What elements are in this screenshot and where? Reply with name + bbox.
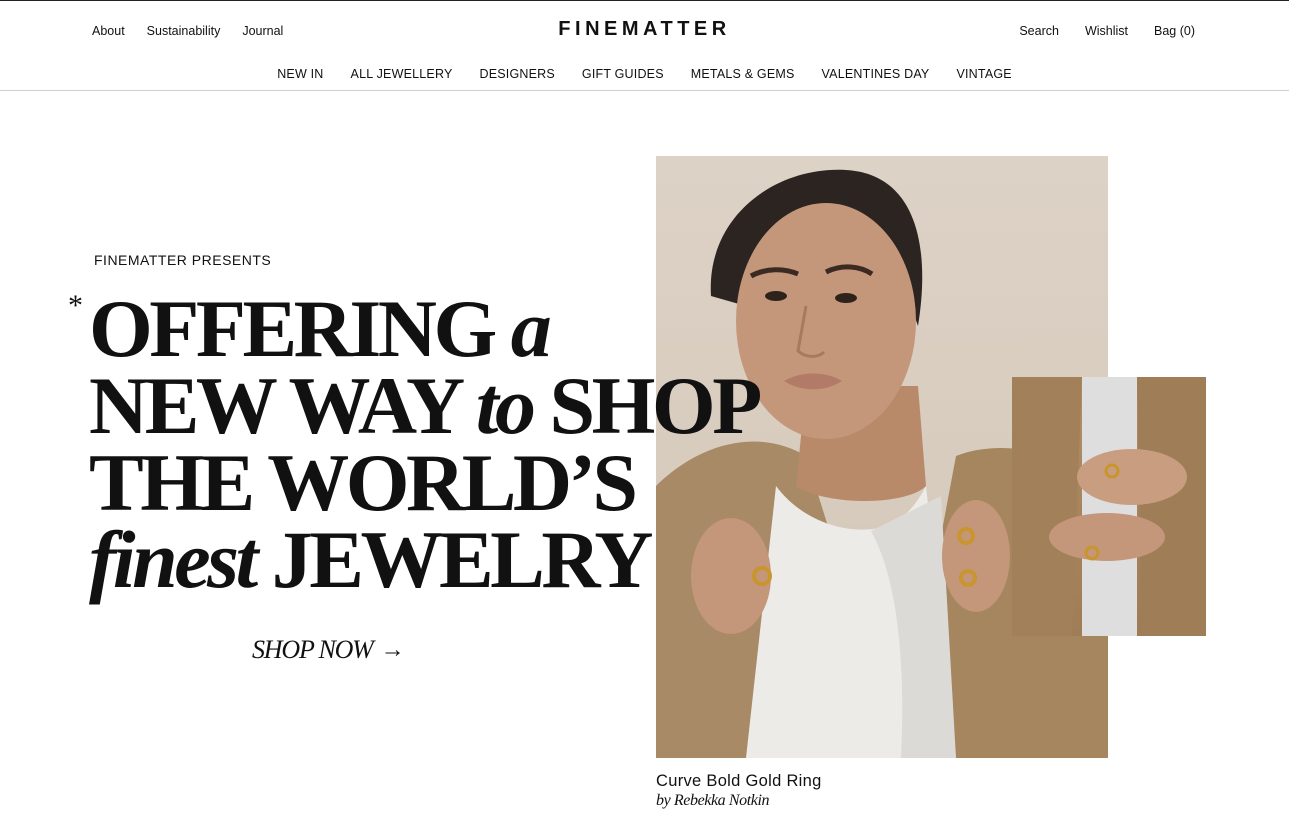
headline-italic-word: finest <box>89 514 258 605</box>
hero-headline: OFFERING a NEW WAY to SHOP THE WORLD’S f… <box>89 288 762 601</box>
search-link[interactable]: Search <box>1019 24 1059 38</box>
hero-eyebrow: FINEMATTER PRESENTS <box>94 252 272 268</box>
headline-line-3: THE WORLD’S <box>89 442 759 524</box>
nav-item-new-in[interactable]: NEW IN <box>277 67 323 81</box>
hands-detail-illustration <box>1012 377 1206 636</box>
utility-nav-right: Search Wishlist Bag (0) <box>1019 24 1195 38</box>
product-name[interactable]: Curve Bold Gold Ring <box>656 772 822 791</box>
product-designer[interactable]: by Rebekka Notkin <box>656 792 770 810</box>
arrow-right-icon: → <box>380 636 405 663</box>
nav-item-metals-gems[interactable]: METALS & GEMS <box>691 67 795 81</box>
nav-item-vintage[interactable]: VINTAGE <box>956 67 1011 81</box>
ring-detail-image[interactable] <box>1012 377 1206 636</box>
nav-item-valentines-day[interactable]: VALENTINES DAY <box>822 67 930 81</box>
headline-line-4: finest JEWELRY <box>89 519 759 601</box>
shop-now-label: SHOP NOW <box>252 635 374 664</box>
wishlist-link[interactable]: Wishlist <box>1085 24 1128 38</box>
bag-link[interactable]: Bag (0) <box>1154 24 1195 38</box>
nav-item-all-jewellery[interactable]: ALL JEWELLERY <box>351 67 453 81</box>
asterisk-mark: * <box>68 289 83 322</box>
shop-now-button[interactable]: SHOP NOW → <box>252 635 405 665</box>
headline-word: JEWELRY <box>271 514 654 605</box>
headline-line-2: NEW WAY to SHOP <box>89 365 762 447</box>
main-nav: NEW IN ALL JEWELLERY DESIGNERS GIFT GUID… <box>0 67 1289 81</box>
nav-item-gift-guides[interactable]: GIFT GUIDES <box>582 67 664 81</box>
nav-item-designers[interactable]: DESIGNERS <box>479 67 554 81</box>
headline-line-1: OFFERING a <box>89 288 759 370</box>
site-header: About Sustainability Journal FINEMATTER … <box>0 1 1289 91</box>
